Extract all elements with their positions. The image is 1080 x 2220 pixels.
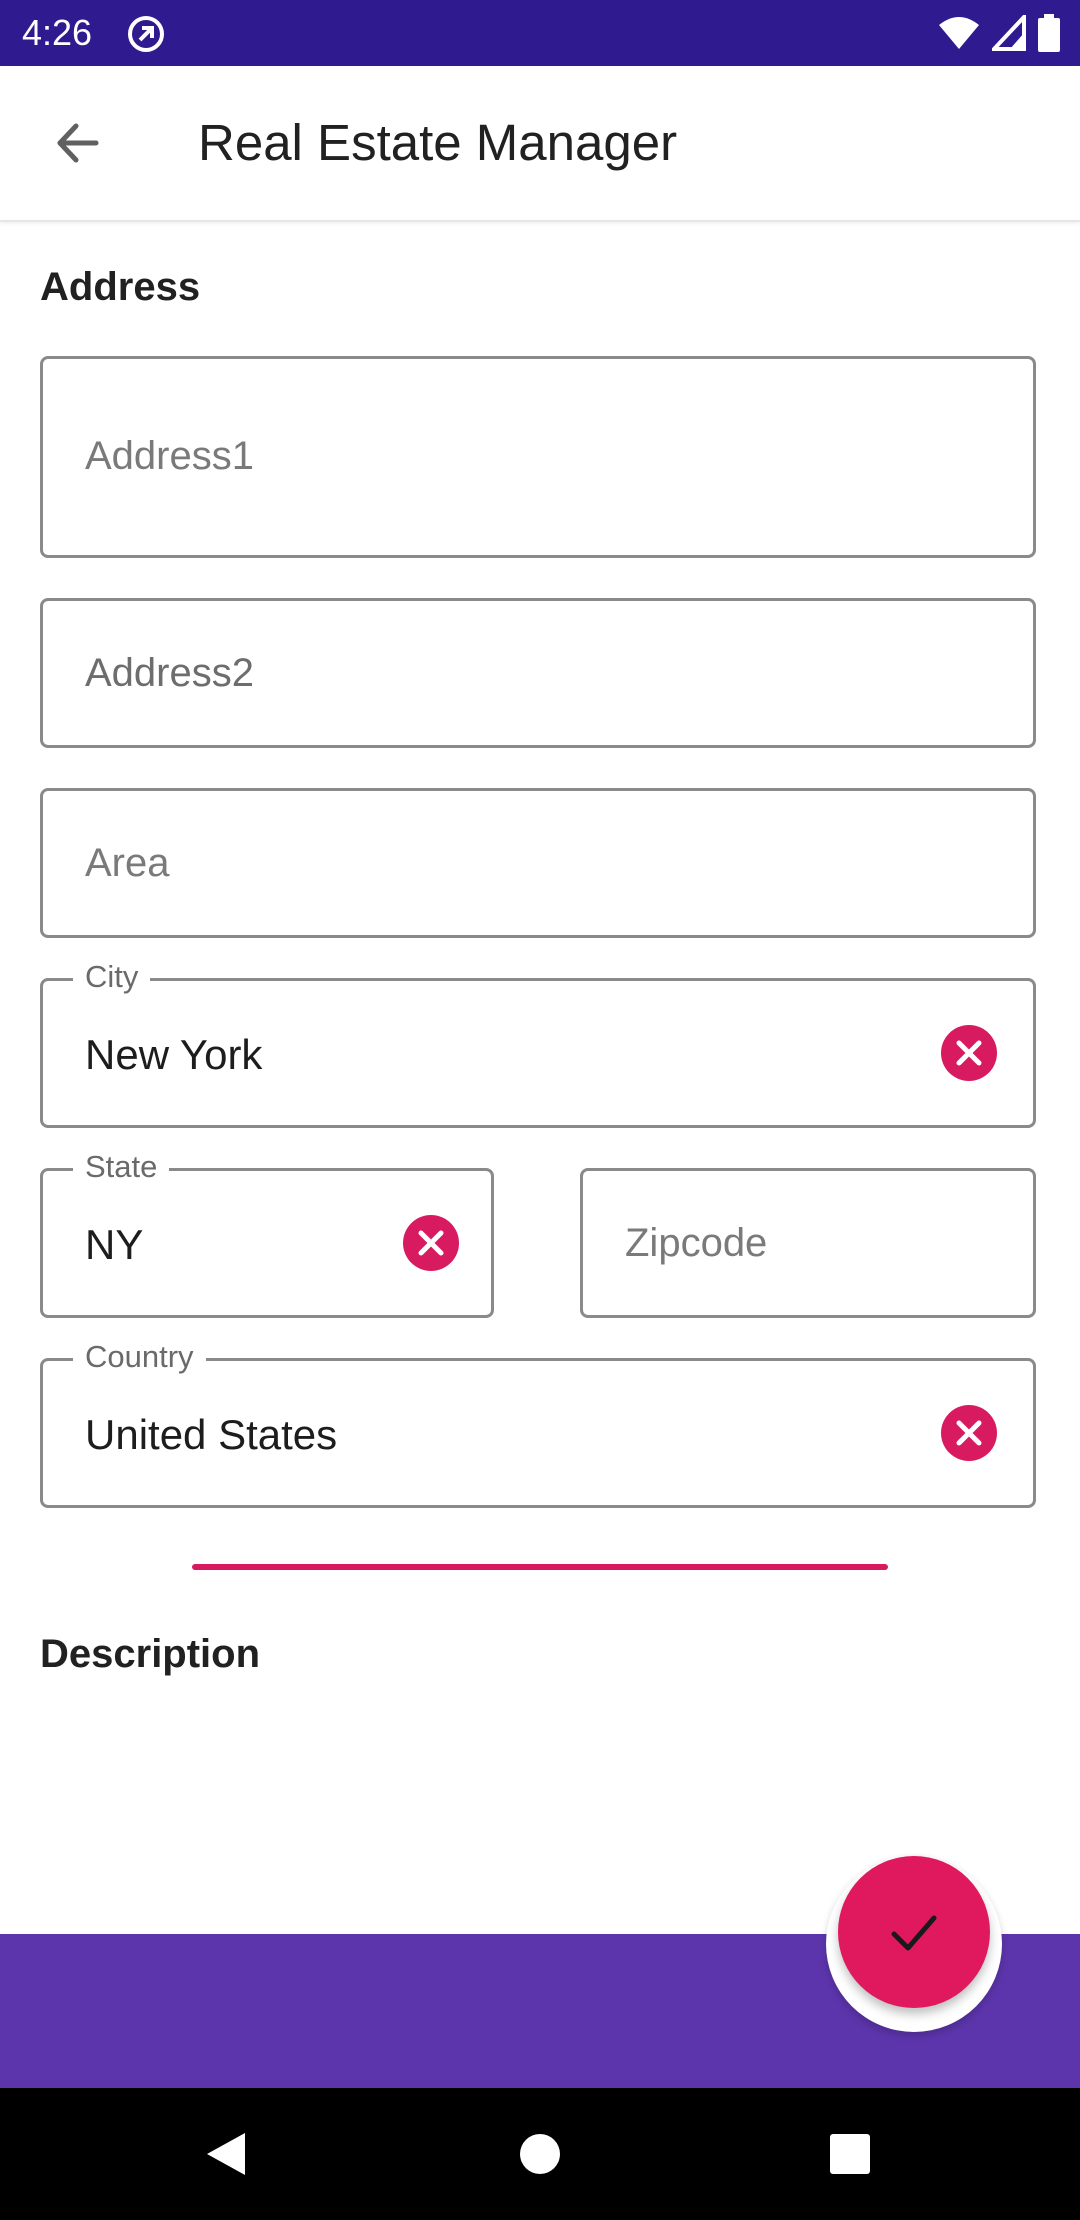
app-notification-icon	[128, 16, 164, 52]
battery-icon	[1038, 14, 1060, 52]
area-placeholder: Area	[85, 841, 170, 885]
clear-icon	[956, 1420, 982, 1446]
arrow-back-icon	[57, 123, 99, 163]
clear-icon	[418, 1230, 444, 1256]
nav-back-button[interactable]	[186, 2114, 266, 2194]
zipcode-placeholder: Zipcode	[625, 1221, 768, 1265]
recents-square-icon	[830, 2134, 870, 2174]
app-bar: Real Estate Manager	[0, 66, 1080, 222]
address1-placeholder: Address1	[85, 434, 254, 478]
nav-recents-button[interactable]	[810, 2114, 890, 2194]
address1-field[interactable]: Address1	[40, 356, 1036, 558]
check-icon	[891, 1915, 937, 1951]
back-triangle-icon	[207, 2133, 245, 2175]
state-clear-button[interactable]	[403, 1215, 459, 1271]
state-value: NY	[85, 1221, 144, 1268]
city-clear-button[interactable]	[941, 1025, 997, 1081]
screen: 4:26 Real Estate Manager Address Address…	[0, 0, 1080, 2220]
address2-placeholder: Address2	[85, 651, 254, 695]
city-label: City	[73, 957, 151, 997]
country-field[interactable]: Country United States	[40, 1337, 1036, 1508]
save-fab-button[interactable]	[838, 1856, 990, 2008]
wifi-icon	[939, 17, 979, 49]
section-divider	[192, 1564, 888, 1570]
address2-field[interactable]: Address2	[40, 598, 1036, 748]
city-field[interactable]: City New York	[40, 957, 1036, 1128]
description-heading: Description	[40, 1632, 261, 1676]
nav-home-button[interactable]	[500, 2114, 580, 2194]
state-label: State	[73, 1147, 170, 1187]
area-field[interactable]: Area	[40, 788, 1036, 938]
status-icons	[938, 13, 1060, 53]
country-value: United States	[85, 1411, 338, 1458]
clear-icon	[956, 1040, 982, 1066]
home-circle-icon	[520, 2134, 560, 2174]
status-bar: 4:26	[0, 0, 1080, 66]
system-nav-bar	[0, 2088, 1080, 2220]
status-time: 4:26	[22, 12, 93, 53]
page-title: Real Estate Manager	[198, 114, 678, 171]
city-value: New York	[85, 1031, 263, 1078]
address-heading: Address	[40, 265, 201, 309]
back-button[interactable]	[44, 110, 110, 176]
signal-icon	[992, 15, 1026, 51]
zipcode-field[interactable]: Zipcode	[580, 1168, 1036, 1318]
country-label: Country	[73, 1337, 206, 1377]
state-field[interactable]: State NY	[40, 1147, 494, 1318]
country-clear-button[interactable]	[941, 1405, 997, 1461]
